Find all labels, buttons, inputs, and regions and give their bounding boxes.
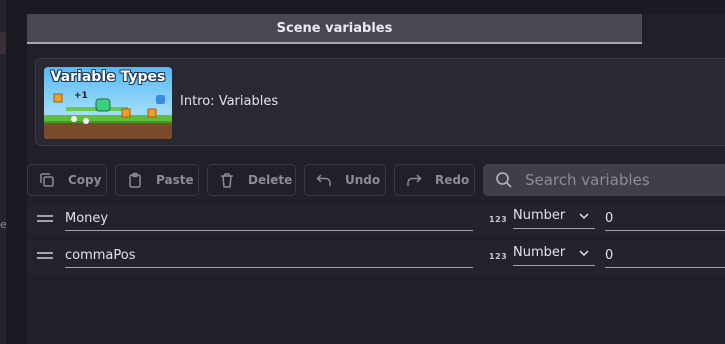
undo-icon	[316, 174, 331, 186]
paste-button[interactable]: Paste	[115, 164, 199, 196]
variables-toolbar: Copy Paste Delete Undo Redo	[27, 164, 725, 196]
number-type-icon: 123	[489, 252, 508, 261]
trash-icon	[221, 173, 233, 188]
undo-button[interactable]: Undo	[304, 164, 386, 196]
scene-variables-panel: Scene variables Variable Types +1 Intro:…	[27, 14, 725, 344]
drag-handle-icon[interactable]	[37, 252, 53, 260]
paste-label: Paste	[156, 173, 194, 187]
variable-type-select[interactable]: Number	[513, 206, 595, 229]
number-type-icon: 123	[489, 215, 508, 224]
variable-name-field[interactable]: commaPos	[65, 247, 473, 268]
search-icon	[496, 172, 512, 188]
copy-button[interactable]: Copy	[27, 164, 107, 196]
chevron-down-icon	[579, 213, 589, 220]
variable-type-select[interactable]: Number	[513, 243, 595, 266]
tutorial-title: Intro: Variables	[180, 94, 279, 109]
undo-label: Undo	[345, 173, 381, 187]
chevron-down-icon	[579, 250, 589, 257]
dock-letter: e	[0, 218, 7, 231]
variable-type-label: Number	[513, 208, 566, 223]
search-box[interactable]	[483, 164, 725, 196]
dock-marker	[0, 32, 6, 54]
variable-name-field[interactable]: Money	[65, 210, 473, 231]
thumbnail-badge: +1	[74, 91, 88, 101]
tutorial-thumbnail: Variable Types +1	[44, 67, 172, 139]
thumbnail-title: Variable Types	[50, 69, 166, 85]
tutorial-card[interactable]: Variable Types +1 Intro: Variables	[35, 58, 725, 146]
delete-label: Delete	[248, 173, 293, 187]
redo-button[interactable]: Redo	[394, 164, 475, 196]
left-dock-strip: e	[0, 0, 7, 344]
variable-row[interactable]: commaPos 123 Number 0	[27, 240, 725, 274]
variable-value-field[interactable]: 0	[605, 247, 725, 268]
redo-label: Redo	[435, 173, 470, 187]
redo-icon	[407, 174, 422, 186]
copy-icon	[40, 173, 54, 187]
variable-type-label: Number	[513, 245, 566, 260]
search-input[interactable]	[525, 171, 715, 189]
delete-button[interactable]: Delete	[207, 164, 296, 196]
panel-title[interactable]: Scene variables	[27, 14, 642, 44]
drag-handle-icon[interactable]	[37, 215, 53, 223]
variable-value-field[interactable]: 0	[605, 210, 725, 231]
copy-label: Copy	[68, 173, 102, 187]
clipboard-icon	[129, 172, 141, 188]
variable-row[interactable]: Money 123 Number 0	[27, 203, 725, 237]
